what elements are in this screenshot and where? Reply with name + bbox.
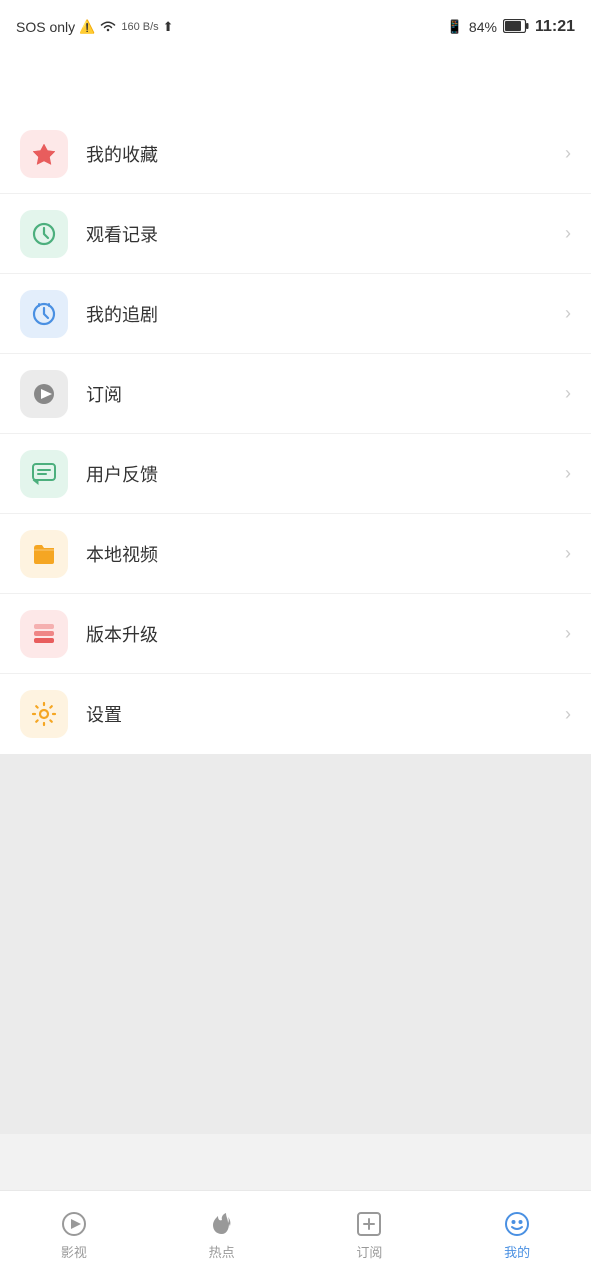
menu-item-local[interactable]: 本地视频 › (0, 514, 591, 594)
update-chevron: › (565, 623, 571, 644)
time-display: 11:21 (535, 18, 575, 36)
menu-item-update[interactable]: 版本升级 › (0, 594, 591, 674)
menu-item-favorites[interactable]: 我的收藏 › (0, 114, 591, 194)
menu-list: 我的收藏 › 观看记录 › 我的追剧 › (0, 114, 591, 754)
local-chevron: › (565, 543, 571, 564)
wifi-icon (99, 19, 117, 36)
menu-item-following[interactable]: 我的追剧 › (0, 274, 591, 354)
menu-item-settings[interactable]: 设置 › (0, 674, 591, 754)
hot-label: 热点 (209, 1242, 235, 1261)
settings-chevron: › (565, 704, 571, 725)
feedback-label: 用户反馈 (86, 461, 565, 487)
bottom-nav: 影视 热点 订阅 我的 (0, 1190, 591, 1280)
nav-item-movies[interactable]: 影视 (0, 1191, 148, 1280)
menu-item-history[interactable]: 观看记录 › (0, 194, 591, 274)
update-label: 版本升级 (86, 621, 565, 647)
nav-item-subscribe[interactable]: 订阅 (296, 1191, 444, 1280)
menu-item-feedback[interactable]: 用户反馈 › (0, 434, 591, 514)
network-speed: 160 B/s (121, 21, 158, 33)
plus-square-icon (355, 1210, 383, 1238)
following-icon-wrap (20, 290, 68, 338)
signal-icon: ⚠️ (79, 19, 95, 35)
device-icon: 📱 (447, 19, 463, 35)
local-label: 本地视频 (86, 541, 565, 567)
menu-item-subscribe[interactable]: 订阅 › (0, 354, 591, 434)
play-circle-icon (60, 1210, 88, 1238)
battery-icon (503, 19, 529, 36)
following-chevron: › (565, 303, 571, 324)
feedback-icon-wrap (20, 450, 68, 498)
nav-item-hot[interactable]: 热点 (148, 1191, 296, 1280)
history-label: 观看记录 (86, 221, 565, 247)
subscribe-label: 订阅 (86, 381, 565, 407)
subscribe-icon-wrap (20, 370, 68, 418)
top-space (0, 54, 591, 114)
movies-label: 影视 (61, 1242, 87, 1261)
favorites-label: 我的收藏 (86, 141, 565, 167)
subscribe-chevron: › (565, 383, 571, 404)
status-bar: SOS only ⚠️ 160 B/s ⬆ 📱 84% 11:21 (0, 0, 591, 54)
settings-label: 设置 (86, 701, 565, 727)
sos-text: SOS only (16, 19, 75, 35)
battery-percent: 84% (469, 19, 497, 35)
mine-label: 我的 (504, 1242, 530, 1261)
local-icon-wrap (20, 530, 68, 578)
favorites-chevron: › (565, 143, 571, 164)
favorites-icon-wrap (20, 130, 68, 178)
history-chevron: › (565, 223, 571, 244)
history-icon-wrap (20, 210, 68, 258)
update-icon-wrap (20, 610, 68, 658)
nav-item-mine[interactable]: 我的 (443, 1191, 591, 1280)
status-left: SOS only ⚠️ 160 B/s ⬆ (16, 19, 174, 36)
smile-icon (503, 1210, 531, 1238)
feedback-chevron: › (565, 463, 571, 484)
status-right: 📱 84% 11:21 (447, 18, 575, 36)
following-label: 我的追剧 (86, 301, 565, 327)
upload-icon: ⬆ (163, 19, 174, 35)
fire-icon (208, 1210, 236, 1238)
gray-area (0, 754, 591, 1134)
settings-icon-wrap (20, 690, 68, 738)
subscribe-nav-label: 订阅 (356, 1242, 382, 1261)
